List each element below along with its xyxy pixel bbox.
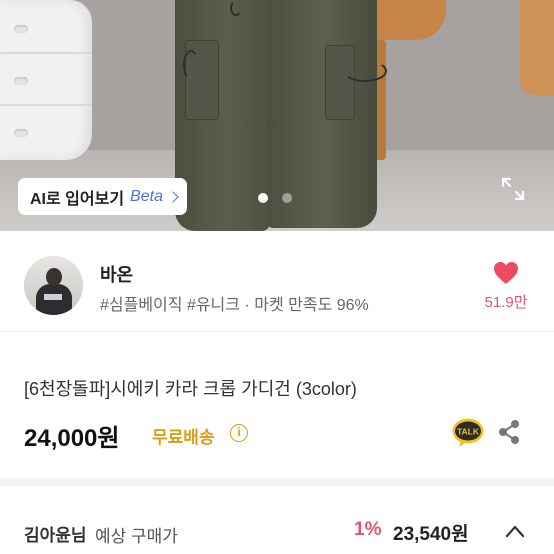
- seller-meta: #심플베이직 #유니크 · 마켓 만족도 96%: [100, 291, 369, 315]
- share-icon[interactable]: [496, 419, 522, 445]
- discount-rate: 1%: [354, 519, 382, 540]
- storage-cabinet-image: [0, 0, 92, 160]
- expand-icon[interactable]: [501, 177, 525, 201]
- seller-tags[interactable]: #심플베이직 #유니크: [100, 297, 240, 314]
- expected-price-label: 예상 구매가: [95, 527, 178, 546]
- product-price: 24,000원: [24, 425, 120, 452]
- expected-price: 23,540원: [393, 524, 469, 545]
- kakao-talk-icon[interactable]: TALK: [452, 418, 484, 448]
- seller-name[interactable]: 바온: [100, 261, 133, 287]
- seller-section[interactable]: 바온 #심플베이직 #유니크 · 마켓 만족도 96% 51.9만: [0, 231, 554, 331]
- seller-avatar[interactable]: [24, 256, 83, 315]
- svg-text:TALK: TALK: [457, 427, 480, 437]
- chevron-right-icon: [167, 190, 179, 203]
- market-satisfaction: · 마켓 만족도 96%: [244, 297, 369, 314]
- beta-label: Beta: [130, 187, 163, 205]
- ai-try-on-label: AI로 입어보기: [30, 190, 125, 208]
- pagination-dot[interactable]: [282, 193, 292, 203]
- like-count: 51.9만: [484, 294, 528, 311]
- heart-icon[interactable]: [493, 261, 519, 285]
- free-shipping-label: 무료배송: [152, 428, 215, 447]
- section-divider: [0, 478, 554, 486]
- info-icon[interactable]: i: [230, 424, 248, 442]
- product-title: [6천장돌파]시에키 카라 크롭 가디건 (3color): [24, 379, 357, 399]
- ai-try-on-button[interactable]: AI로 입어보기 Beta: [18, 178, 187, 215]
- product-image-carousel[interactable]: AI로 입어보기 Beta: [0, 0, 554, 231]
- pagination-dot-active[interactable]: [258, 193, 268, 203]
- buyer-name: 김아윤님: [24, 526, 87, 545]
- divider: [0, 331, 554, 332]
- chevron-up-icon[interactable]: [505, 524, 525, 538]
- carousel-pagination: [258, 193, 292, 203]
